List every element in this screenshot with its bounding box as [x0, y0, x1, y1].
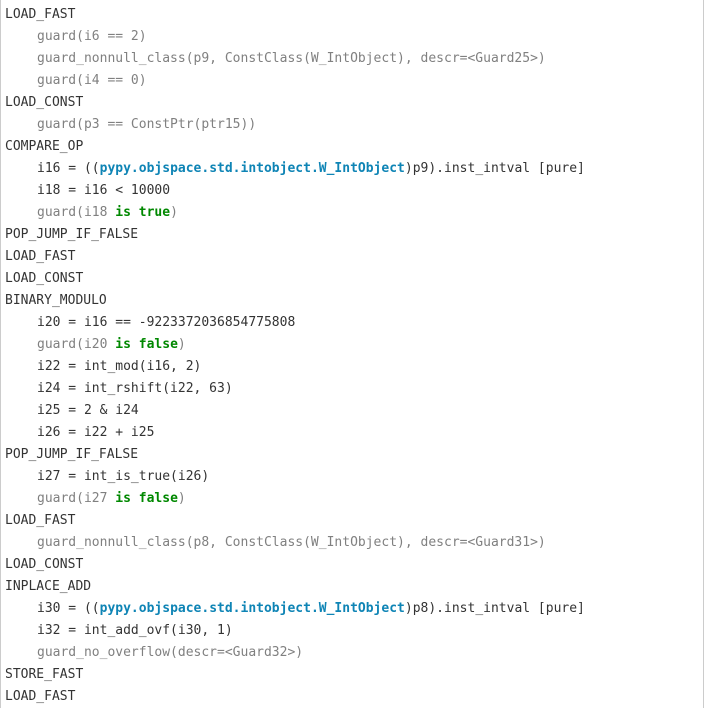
code-line: guard(i6 == 2): [5, 26, 699, 48]
guard-line: guard_nonnull_class(p9, ConstClass(W_Int…: [5, 51, 546, 66]
bytecode-instruction: POP_JUMP_IF_FALSE: [5, 447, 138, 462]
code-line: LOAD_FAST: [5, 686, 699, 708]
code-line: i20 = i16 == -9223372036854775808: [5, 312, 699, 334]
code-line: POP_JUMP_IF_FALSE: [5, 444, 699, 466]
class-path: pypy.objspace.std.intobject.W_IntObject: [100, 601, 405, 616]
guard-line: guard_no_overflow(descr=<Guard32>): [5, 645, 303, 660]
bytecode-instruction: POP_JUMP_IF_FALSE: [5, 227, 138, 242]
code-line: guard_no_overflow(descr=<Guard32>): [5, 642, 699, 664]
bytecode-instruction: INPLACE_ADD: [5, 579, 91, 594]
code-line: guard(i4 == 0): [5, 70, 699, 92]
code-line: guard_nonnull_class(p8, ConstClass(W_Int…: [5, 532, 699, 554]
keyword: false: [139, 491, 178, 506]
code-line: LOAD_CONST: [5, 268, 699, 290]
bytecode-instruction: LOAD_FAST: [5, 689, 75, 704]
code-line: i32 = int_add_ovf(i30, 1): [5, 620, 699, 642]
operation-line: i32 = int_add_ovf(i30, 1): [5, 623, 233, 638]
code-line: i25 = 2 & i24: [5, 400, 699, 422]
code-line: guard(p3 == ConstPtr(ptr15)): [5, 114, 699, 136]
keyword: is: [115, 491, 131, 506]
class-path: pypy.objspace.std.intobject.W_IntObject: [100, 161, 405, 176]
guard-line: guard(i20 is false): [5, 337, 186, 352]
bytecode-instruction: BINARY_MODULO: [5, 293, 107, 308]
bytecode-instruction: LOAD_FAST: [5, 249, 75, 264]
code-line: i27 = int_is_true(i26): [5, 466, 699, 488]
code-line: INPLACE_ADD: [5, 576, 699, 598]
bytecode-instruction: STORE_FAST: [5, 667, 83, 682]
code-line: i26 = i22 + i25: [5, 422, 699, 444]
code-line: guard_nonnull_class(p9, ConstClass(W_Int…: [5, 48, 699, 70]
code-line: guard(i20 is false): [5, 334, 699, 356]
guard-line: guard(p3 == ConstPtr(ptr15)): [5, 117, 256, 132]
code-line: guard(i27 is false): [5, 488, 699, 510]
bytecode-instruction: LOAD_FAST: [5, 513, 75, 528]
bytecode-instruction: LOAD_FAST: [5, 7, 75, 22]
operation-line: i25 = 2 & i24: [5, 403, 139, 418]
operation-line: i24 = int_rshift(i22, 63): [5, 381, 233, 396]
code-line: i18 = i16 < 10000: [5, 180, 699, 202]
operation-line: i20 = i16 == -9223372036854775808: [5, 315, 295, 330]
keyword: true: [139, 205, 170, 220]
code-line: BINARY_MODULO: [5, 290, 699, 312]
code-line: LOAD_FAST: [5, 4, 699, 26]
code-line: guard(i18 is true): [5, 202, 699, 224]
operation-line: i27 = int_is_true(i26): [5, 469, 209, 484]
operation-line: i26 = i22 + i25: [5, 425, 154, 440]
operation-line: i16 = ((pypy.objspace.std.intobject.W_In…: [5, 161, 585, 176]
bytecode-instruction: LOAD_CONST: [5, 95, 83, 110]
code-line: LOAD_CONST: [5, 554, 699, 576]
code-line: i22 = int_mod(i16, 2): [5, 356, 699, 378]
bytecode-instruction: LOAD_CONST: [5, 271, 83, 286]
guard-line: guard_nonnull_class(p8, ConstClass(W_Int…: [5, 535, 546, 550]
guard-line: guard(i4 == 0): [5, 73, 147, 88]
code-line: LOAD_FAST: [5, 246, 699, 268]
keyword: is: [115, 337, 131, 352]
code-line: STORE_FAST: [5, 664, 699, 686]
keyword: false: [139, 337, 178, 352]
code-line: COMPARE_OP: [5, 136, 699, 158]
code-line: i24 = int_rshift(i22, 63): [5, 378, 699, 400]
keyword: is: [115, 205, 131, 220]
guard-line: guard(i18 is true): [5, 205, 178, 220]
code-line: LOAD_CONST: [5, 92, 699, 114]
code-line: LOAD_FAST: [5, 510, 699, 532]
trace-output: LOAD_FAST guard(i6 == 2) guard_nonnull_cla…: [1, 4, 703, 708]
guard-line: guard(i6 == 2): [5, 29, 147, 44]
bytecode-instruction: LOAD_CONST: [5, 557, 83, 572]
operation-line: i22 = int_mod(i16, 2): [5, 359, 201, 374]
code-line: i16 = ((pypy.objspace.std.intobject.W_In…: [5, 158, 699, 180]
bytecode-instruction: COMPARE_OP: [5, 139, 83, 154]
guard-line: guard(i27 is false): [5, 491, 186, 506]
code-line: POP_JUMP_IF_FALSE: [5, 224, 699, 246]
operation-line: i30 = ((pypy.objspace.std.intobject.W_In…: [5, 601, 585, 616]
code-line: i30 = ((pypy.objspace.std.intobject.W_In…: [5, 598, 699, 620]
operation-line: i18 = i16 < 10000: [5, 183, 170, 198]
